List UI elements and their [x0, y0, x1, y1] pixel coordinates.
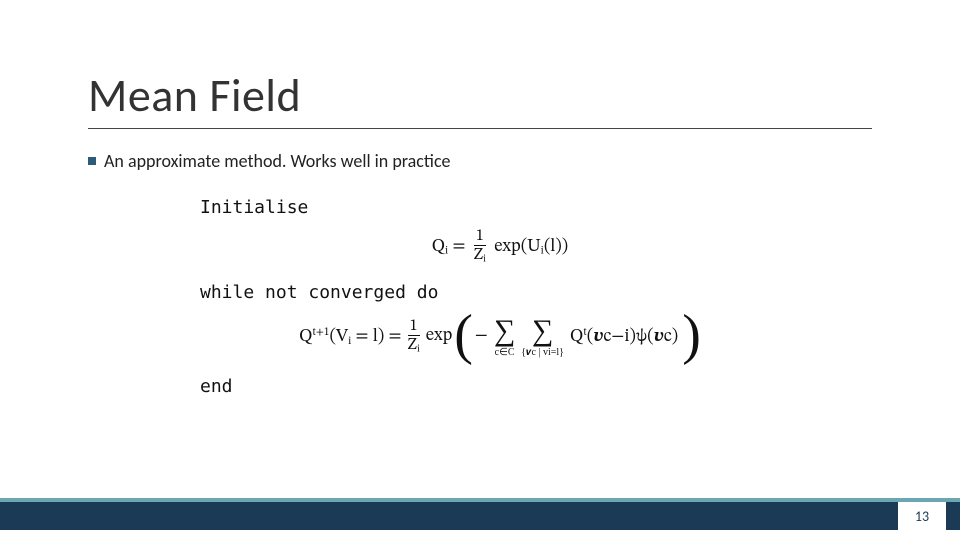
title-underline: [88, 128, 872, 129]
bullet-icon: [88, 157, 96, 165]
eq2-sum1-sub: c∈C: [495, 348, 515, 358]
eq2-vc-minus-i: (𝒗c−i): [587, 328, 636, 346]
equation-update: Qt+1(Vi = l) = 1 Zi exp ( − ∑ c∈C ∑ {𝒗c …: [200, 315, 800, 360]
eq2-Qt: Q: [570, 328, 583, 346]
eq2-eq-l: = l) =: [351, 328, 401, 346]
eq1-frac-Zi: i: [483, 255, 486, 265]
bullet-item: An approximate method. Works well in pra…: [88, 150, 451, 172]
equation-init: Qi = 1Zi exp(Ui(l)): [200, 228, 800, 265]
eq1-arg: (l)): [544, 238, 568, 256]
eq2-lparen: (: [454, 313, 473, 358]
eq2-psi-arg: (𝒗c): [647, 328, 678, 346]
sigma-icon: ∑: [532, 316, 553, 346]
algo-while: while not converged do: [200, 280, 800, 305]
eq1-frac-Z: Z: [474, 247, 484, 263]
eq2-frac: 1 Zi: [405, 318, 421, 355]
page-number-text: 13: [915, 508, 929, 525]
footer-bar: [0, 502, 960, 530]
eq2-sum2-sub: {𝒗c | vi=l}: [521, 348, 564, 358]
page-title: Mean Field: [88, 68, 301, 124]
eq2-minus: −: [475, 327, 488, 347]
eq2-frac-Zi: i: [417, 345, 420, 355]
bullet-text: An approximate method. Works well in pra…: [104, 150, 451, 172]
page-number: 13: [898, 502, 946, 530]
eq2-sum1: ∑ c∈C: [494, 316, 515, 358]
slide: Mean Field An approximate method. Works …: [0, 0, 960, 540]
eq1-frac: 1Zi: [472, 228, 488, 265]
eq2-Q: Q: [299, 328, 312, 346]
eq2-frac-den: Zi: [405, 336, 421, 355]
eq1-frac-den: Zi: [472, 246, 488, 265]
eq2-exp: exp: [426, 327, 452, 347]
eq2-sup-t1: t+1: [312, 326, 329, 338]
eq2-frac-Z: Z: [407, 337, 417, 353]
sigma-icon: ∑: [494, 316, 515, 346]
eq1-Q: Q: [432, 238, 445, 256]
eq1-frac-num: 1: [474, 228, 486, 246]
eq2-frac-num: 1: [408, 318, 420, 336]
eq2-sum2: ∑ {𝒗c | vi=l}: [521, 316, 564, 358]
eq1-U: U: [527, 238, 541, 256]
eq2-Qt-term: Qt(𝒗c−i)ψ(𝒗c): [570, 326, 678, 348]
eq1-exp: exp(: [490, 238, 527, 256]
eq2-rparen: ): [682, 313, 701, 358]
algo-initialise: Initialise: [200, 195, 800, 220]
eq1-equals: =: [448, 238, 469, 256]
eq2-parenV: (V: [329, 328, 348, 346]
algorithm-block: Initialise Qi = 1Zi exp(Ui(l)) while not…: [200, 195, 800, 399]
algo-end: end: [200, 374, 800, 399]
eq2-psi: ψ: [636, 328, 647, 346]
eq2-lhs: Qt+1(Vi = l) =: [299, 326, 401, 348]
